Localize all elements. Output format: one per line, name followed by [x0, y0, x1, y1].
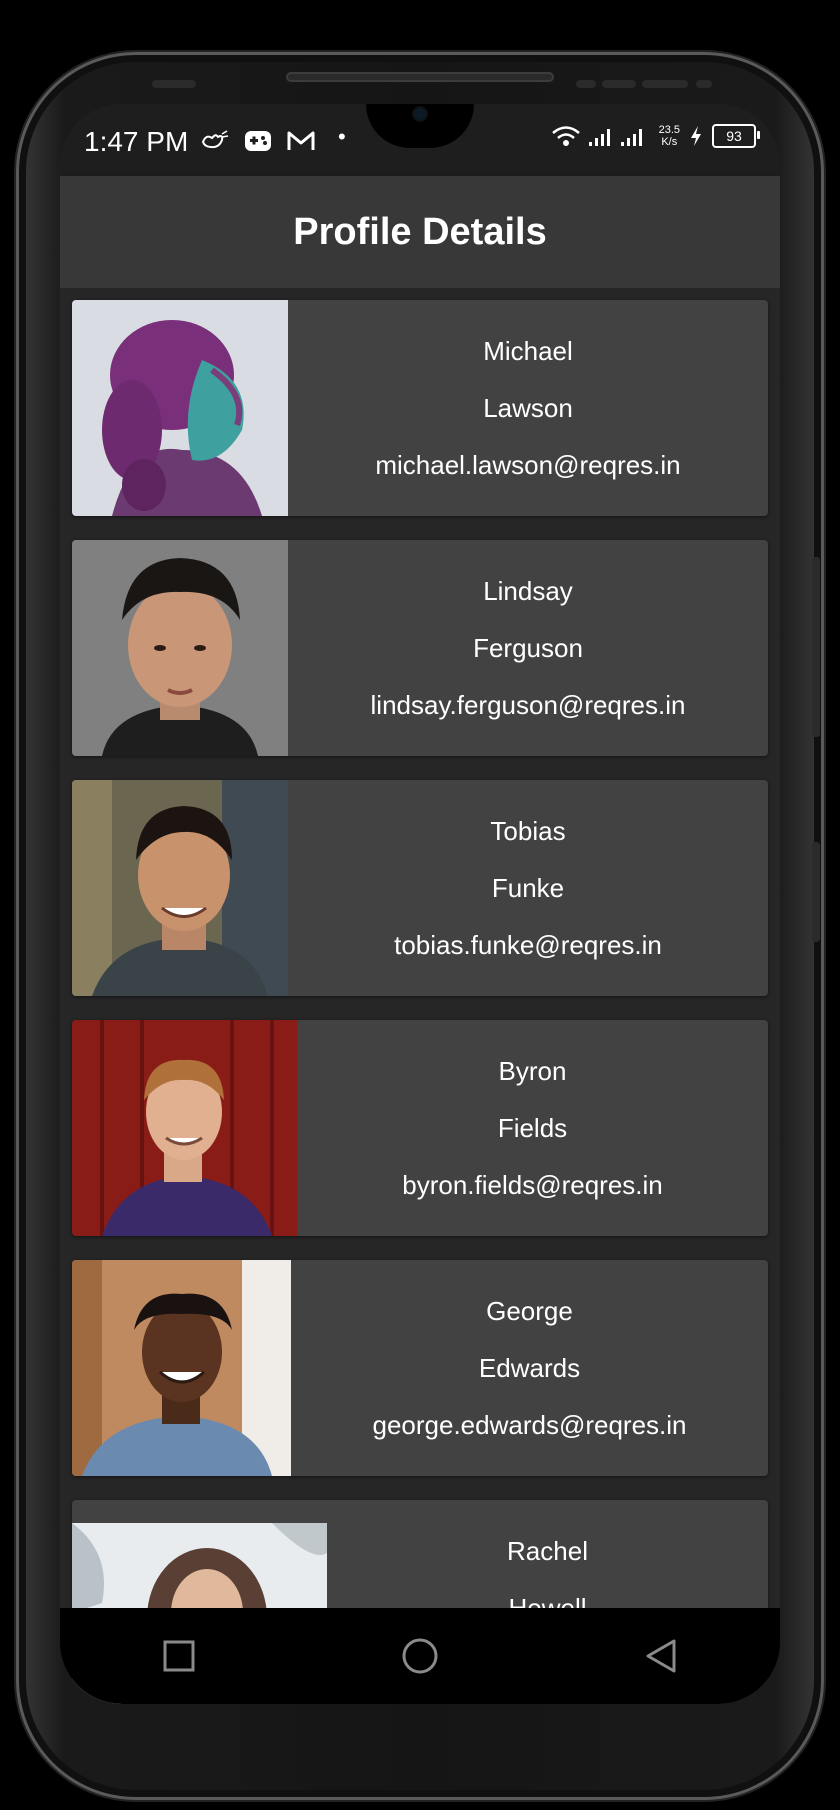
profile-photo-image: [72, 540, 288, 756]
profile-email: tobias.funke@reqres.in: [394, 929, 662, 960]
profile-photo: [72, 1260, 291, 1476]
status-time: 1:47 PM: [84, 126, 189, 157]
app-bar: Profile Details: [60, 176, 780, 288]
profile-last-name: Lawson: [483, 392, 573, 423]
page-title: Profile Details: [293, 210, 547, 253]
home-icon[interactable]: [400, 1636, 440, 1676]
profile-photo-image: [72, 300, 288, 516]
profile-card[interactable]: Tobias Funke tobias.funke@reqres.in: [72, 780, 768, 996]
recents-icon[interactable]: [162, 1639, 196, 1673]
profile-first-name: Byron: [498, 1055, 567, 1086]
profile-email: byron.fields@reqres.in: [402, 1169, 663, 1200]
status-right: 23.5 K/s 93: [551, 124, 760, 148]
profile-email: michael.lawson@reqres.in: [375, 449, 681, 480]
hand-sign-icon: [201, 130, 229, 149]
profile-last-name: Edwards: [478, 1352, 581, 1383]
frame-detail: [642, 80, 688, 88]
gmail-icon: [287, 131, 315, 150]
notification-dot-icon: •: [338, 124, 346, 149]
profile-info: Michael Lawson michael.lawson@reqres.in: [288, 300, 768, 516]
profile-first-name: Rachel: [507, 1536, 588, 1566]
profile-photo: [72, 1020, 297, 1236]
frame-detail: [696, 80, 712, 88]
profile-email: lindsay.ferguson@reqres.in: [370, 689, 686, 720]
profile-last-name: Ferguson: [473, 632, 583, 663]
wifi-icon: [551, 126, 580, 146]
charging-bolt-icon: [691, 126, 701, 146]
profile-photo: [72, 300, 288, 516]
profile-photo: [72, 540, 288, 756]
profile-last-name: Funke: [491, 872, 565, 903]
profile-first-name: George: [486, 1295, 573, 1326]
profile-first-name: Tobias: [490, 815, 566, 846]
network-speed-unit: K/s: [661, 136, 678, 148]
profile-card[interactable]: Byron Fields byron.fields@reqres.in: [72, 1020, 768, 1236]
profile-info: Lindsay Ferguson lindsay.ferguson@reqres…: [288, 540, 768, 756]
battery-level: 93: [726, 128, 742, 144]
profile-first-name: Lindsay: [483, 575, 573, 606]
profile-info: George Edwards george.edwards@reqres.in: [291, 1260, 768, 1476]
system-nav-bar: [60, 1608, 780, 1704]
profile-card[interactable]: Michael Lawson michael.lawson@reqres.in: [72, 300, 768, 516]
front-camera: [414, 108, 426, 120]
profile-info: Byron Fields byron.fields@reqres.in: [297, 1020, 768, 1236]
profile-first-name: Michael: [483, 335, 573, 366]
profile-photo-image: [72, 1260, 291, 1476]
back-icon[interactable]: [644, 1638, 678, 1674]
profile-photo-image: [72, 780, 288, 996]
screen: 1:47 PM • 23.5 K/s 93 Profile Details Mi…: [60, 104, 780, 1704]
frame-detail: [152, 80, 196, 88]
profile-list[interactable]: Michael Lawson michael.lawson@reqres.in: [60, 288, 780, 1704]
profile-card[interactable]: George Edwards george.edwards@reqres.in: [72, 1260, 768, 1476]
profile-card[interactable]: Lindsay Ferguson lindsay.ferguson@reqres…: [72, 540, 768, 756]
game-controller-icon: [245, 131, 271, 151]
profile-info: Tobias Funke tobias.funke@reqres.in: [288, 780, 768, 996]
signal-icon: [588, 129, 642, 146]
network-speed-value: 23.5: [658, 124, 680, 136]
earpiece-speaker: [286, 72, 554, 82]
profile-photo-image: [72, 1020, 297, 1236]
frame-detail: [602, 80, 636, 88]
frame-detail: [576, 80, 596, 88]
profile-photo: [72, 780, 288, 996]
volume-button: [812, 557, 820, 737]
battery-icon: 93: [712, 124, 760, 148]
profile-last-name: Fields: [497, 1112, 568, 1143]
profile-email: george.edwards@reqres.in: [372, 1409, 687, 1440]
power-button: [812, 842, 820, 942]
network-speed: 23.5 K/s: [659, 124, 680, 148]
